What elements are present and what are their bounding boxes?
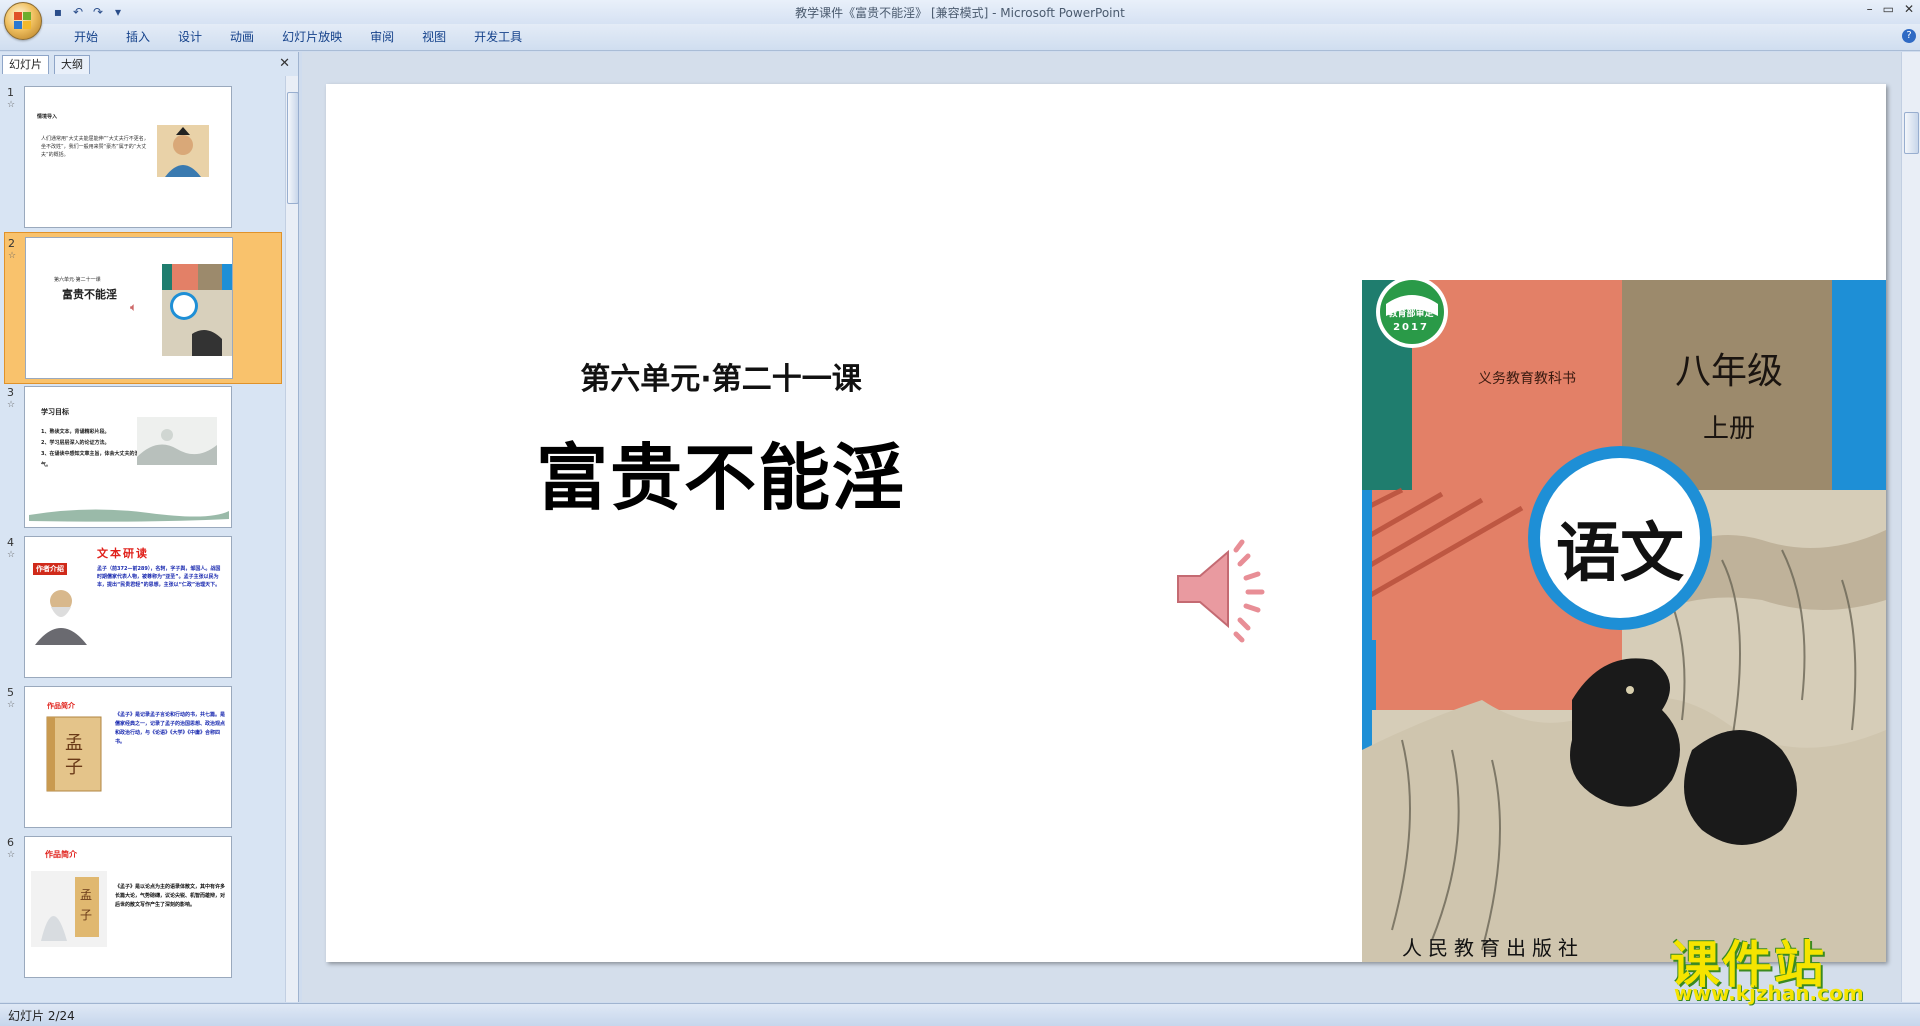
scroll-thumb[interactable]: [1904, 112, 1919, 154]
tab-slideshow[interactable]: 幻灯片放映: [268, 29, 356, 45]
title-bar: ▪ ↶ ↷ ▾ 教学课件《富贵不能淫》 [兼容模式] - Microsoft P…: [0, 0, 1920, 25]
close-button[interactable]: ✕: [1904, 2, 1914, 16]
thumb-title: 作品简介: [45, 850, 77, 859]
slide-thumbnail-4[interactable]: 4 ☆ 文本研读 作者介绍 孟子（前372—前289），名轲，字子舆，邹国人。战…: [4, 532, 280, 682]
tab-outline[interactable]: 大纲: [54, 55, 90, 74]
slide-thumbnail-2[interactable]: 2 ☆ 第六单元·第二十一课 富贵不能淫 🔈︎: [4, 232, 282, 384]
slide-thumbnail-3[interactable]: 3 ☆ 学习目标 1、熟读文本，背诵精彩片段。 2、学习层层深入的论证方法。 3…: [4, 382, 280, 532]
svg-text:孟: 孟: [80, 888, 92, 902]
window-title: 教学课件《富贵不能淫》 [兼容模式] - Microsoft PowerPoin…: [795, 6, 1125, 20]
slide-thumbnail-6[interactable]: 6 ☆ 作品简介 《孟子》是以论点为主的语录体散文，其中有许多长篇大论，气势磅礴…: [4, 832, 280, 982]
slide-indicator: 幻灯片 2/24: [8, 1009, 75, 1023]
thumb-body: 人们通常用“大丈夫能屈能伸”“大丈夫行不更名，坐不改姓”，我们一般用来赞“豪杰”…: [41, 136, 149, 158]
textbook-cover-image[interactable]: 教育部审定 2017 义务教育教科书 八年级 上册 语文 人民教育出版社: [1362, 280, 1886, 962]
slide-thumbnail-1[interactable]: 1 ☆ 情境导入 人们通常用“大丈夫能屈能伸”“大丈夫行不更名，坐不改姓”，我们…: [4, 82, 280, 232]
slide-number: 1: [7, 86, 14, 99]
mencius-statue-image: 孟 子: [31, 871, 107, 947]
thumb-body: 孟子（前372—前289），名轲，字子舆，邹国人。战国时期儒家代表人物，被尊称为…: [97, 566, 221, 588]
thumb-title: 文本研读: [97, 547, 149, 560]
slides-pane: 幻灯片 大纲 ✕ 1 ☆ 情境导入 人们通常用“大丈夫能屈能伸”“大丈夫行不更名…: [0, 52, 299, 1002]
animation-star-icon: ☆: [7, 700, 16, 710]
book-publisher: 人民教育出版社: [1402, 936, 1584, 960]
animation-star-icon: ☆: [7, 550, 16, 560]
office-logo-icon: [14, 12, 32, 30]
thumb-list-item: 3、在诵读中感知文章主旨，体会大丈夫的浩然之气。: [41, 451, 150, 468]
scroll-thumb[interactable]: [287, 92, 299, 204]
thumb-tag: 作者介绍: [33, 563, 67, 575]
site-watermark: 课件站 www.kjzhan.com: [1670, 925, 1910, 1005]
book-grade: 八年级: [1674, 351, 1783, 392]
book-volume: 上册: [1702, 414, 1755, 444]
office-button[interactable]: [4, 2, 42, 40]
tab-insert[interactable]: 插入: [112, 29, 164, 45]
thumb-subtitle: 第六单元·第二十一课: [54, 277, 101, 283]
slide-number: 5: [7, 686, 14, 699]
approval-badge-text: 教育部审定: [1388, 309, 1434, 319]
landscape-painting-image: [137, 417, 217, 465]
slide-scrollbar[interactable]: [1901, 52, 1920, 1002]
tab-view[interactable]: 视图: [408, 29, 460, 45]
thumb-title: 学习目标: [41, 408, 69, 416]
svg-text:子: 子: [80, 908, 92, 922]
tab-animations[interactable]: 动画: [216, 29, 268, 45]
current-slide[interactable]: 第六单元·第二十一课 富贵不能淫 教育部审定 2017 义务教育教科书 八年级 …: [326, 84, 1886, 962]
status-bar: 幻灯片 2/24: [0, 1003, 1920, 1026]
thumb-title: 作品简介: [47, 702, 75, 710]
animation-star-icon: ☆: [7, 850, 16, 860]
thumb-body: 《孟子》是记录孟子言论和行动的书，共七篇。是儒家经典之一，记录了孟子的治国思想、…: [115, 712, 226, 745]
book-series: 义务教育教科书: [1478, 371, 1576, 387]
tab-home[interactable]: 开始: [60, 29, 112, 45]
speaker-icon[interactable]: [1166, 534, 1276, 644]
tab-slides[interactable]: 幻灯片: [2, 55, 49, 74]
close-pane-icon[interactable]: ✕: [279, 56, 290, 71]
animation-star-icon: ☆: [7, 100, 16, 110]
thumb-title: 情境导入: [37, 114, 58, 120]
textbook-cover-image: [162, 264, 232, 356]
ink-brush-decoration: [29, 509, 229, 522]
thumbnails-scrollbar[interactable]: [285, 76, 299, 1002]
window-controls: – ▭ ✕: [1867, 2, 1914, 16]
slide-number: 3: [7, 386, 14, 399]
svg-text:子: 子: [65, 757, 83, 778]
animation-star-icon: ☆: [7, 400, 16, 410]
slide-number: 6: [7, 836, 14, 849]
portrait-image: [157, 125, 209, 177]
maximize-button[interactable]: ▭: [1883, 2, 1894, 16]
slide-number: 2: [8, 237, 15, 250]
slide-number: 4: [7, 536, 14, 549]
thumb-title: 富贵不能淫: [62, 288, 117, 301]
slide-thumbnail-list: 1 ☆ 情境导入 人们通常用“大丈夫能屈能伸”“大丈夫行不更名，坐不改姓”，我们…: [0, 76, 284, 1002]
thumb-list-item: 1、熟读文本，背诵精彩片段。: [41, 429, 110, 435]
tab-design[interactable]: 设计: [164, 29, 216, 45]
watermark-url: www.kjzhan.com: [1674, 981, 1864, 1005]
minimize-button[interactable]: –: [1867, 2, 1873, 16]
slide-thumbnail-5[interactable]: 5 ☆ 作品简介 《孟子》是记录孟子言论和行动的书，共七篇。是儒家经典之一，记录…: [4, 682, 280, 832]
help-icon[interactable]: ?: [1902, 29, 1916, 43]
slide-title[interactable]: 富贵不能淫: [326, 419, 1116, 524]
speaker-icon: 🔈︎: [130, 300, 138, 314]
svg-text:孟: 孟: [65, 733, 83, 754]
ribbon: 开始 插入 设计 动画 幻灯片放映 审阅 视图 开发工具 ?: [0, 24, 1920, 51]
mencius-book-image: 孟 子: [46, 716, 102, 792]
approval-badge-year: 2017: [1393, 322, 1429, 333]
slide-canvas: 第六单元·第二十一课 富贵不能淫 教育部审定 2017 义务教育教科书 八年级 …: [302, 52, 1902, 1002]
book-subject: 语文: [1556, 516, 1684, 591]
thumb-body: 《孟子》是以论点为主的语录体散文，其中有许多长篇大论，气势磅礴，议论尖锐、机智而…: [115, 884, 226, 908]
slide-subtitle[interactable]: 第六单元·第二十一课: [326, 354, 1116, 398]
mencius-portrait-image: [35, 590, 87, 645]
tab-developer[interactable]: 开发工具: [460, 29, 536, 45]
animation-star-icon: ☆: [8, 251, 17, 261]
thumb-list-item: 2、学习层层深入的论证方法。: [41, 440, 110, 446]
tab-review[interactable]: 审阅: [356, 29, 408, 45]
